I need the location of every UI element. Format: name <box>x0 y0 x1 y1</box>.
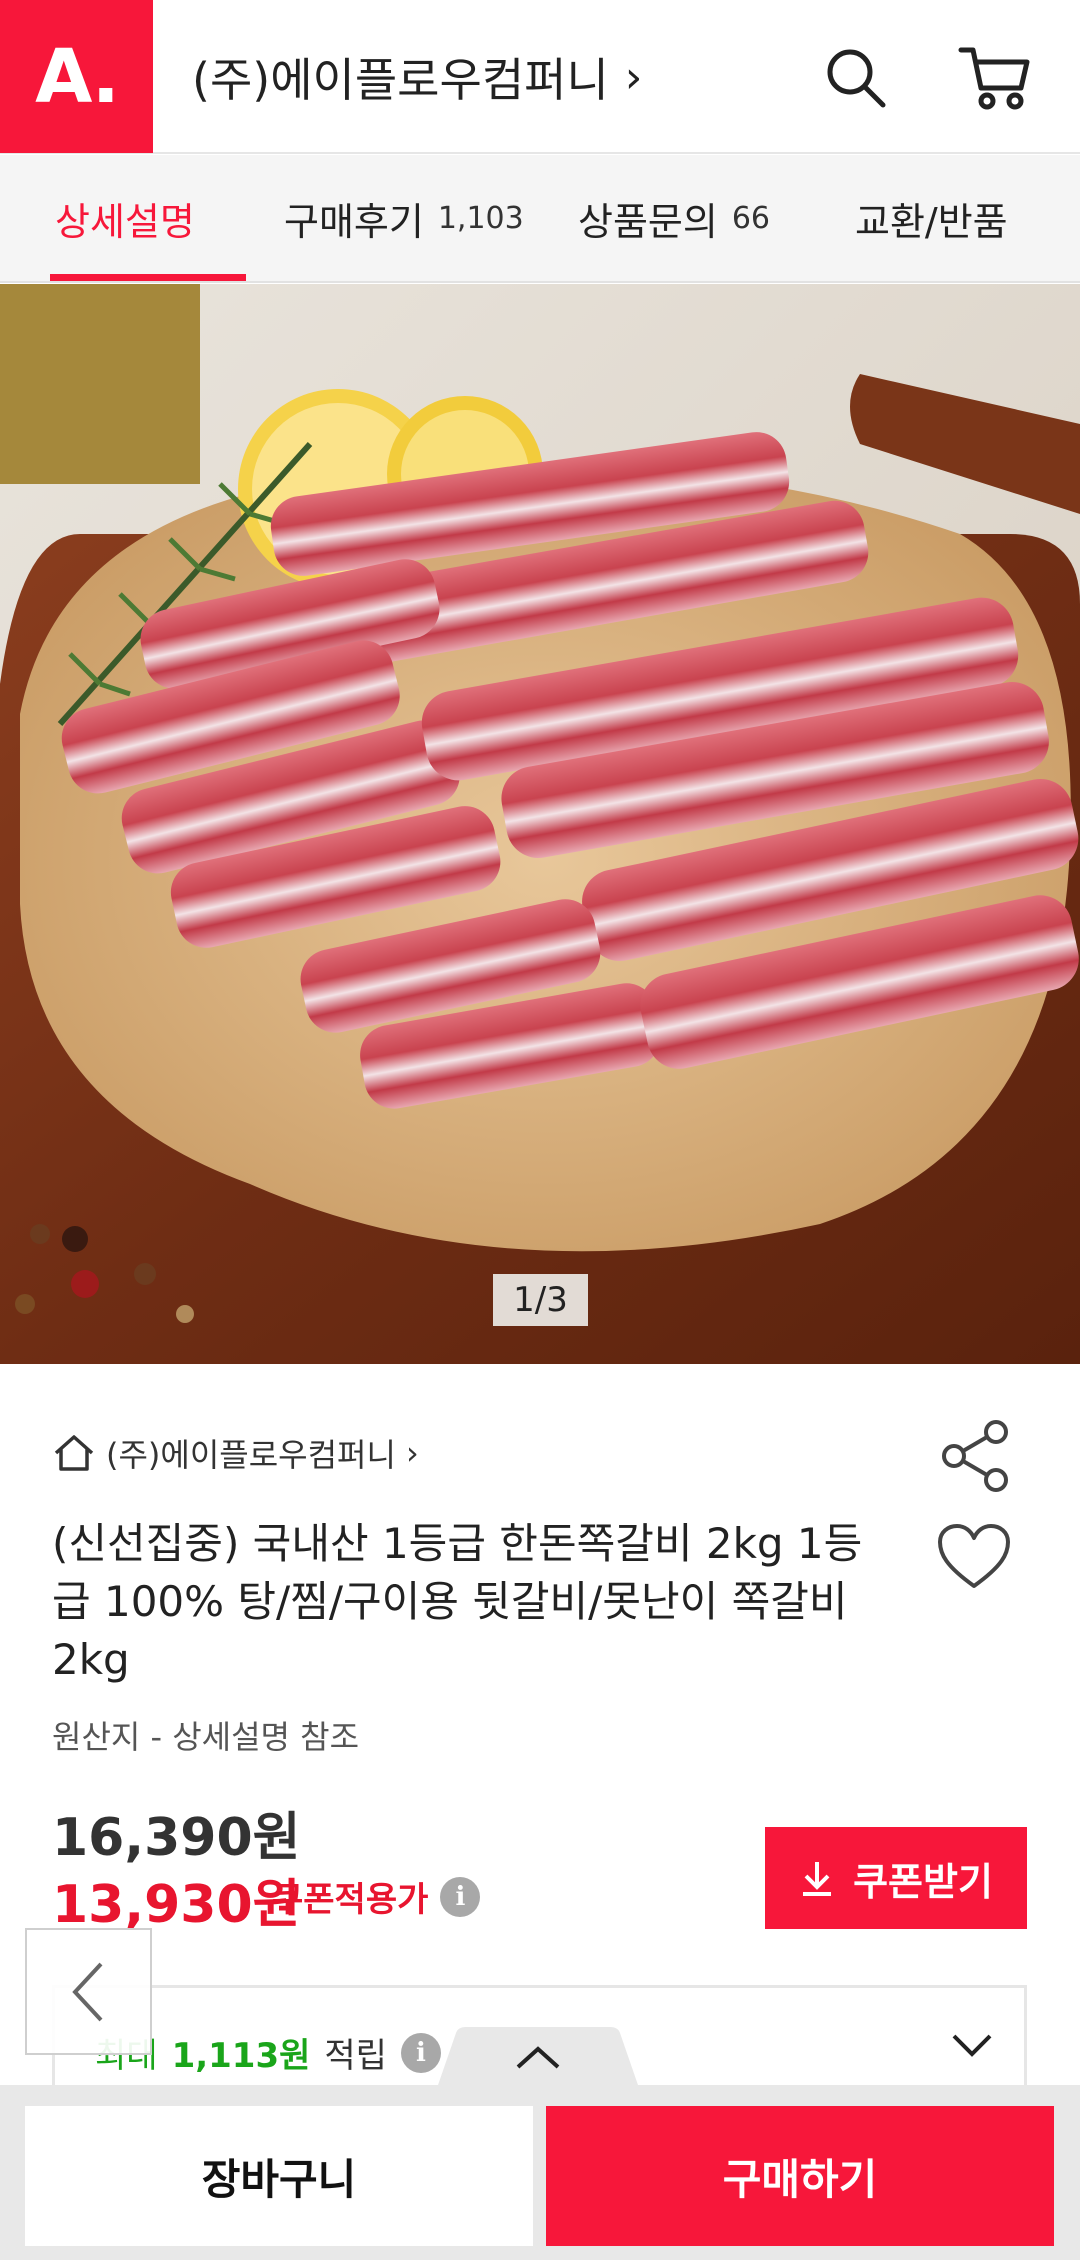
original-price: 16,390원 <box>52 1808 301 1868</box>
search-button[interactable] <box>816 38 896 118</box>
bottom-action-bar: 장바구니 구매하기 <box>0 2085 1080 2260</box>
coupon-price-label: 쿠폰적용가 i <box>272 1872 481 1921</box>
app-logo[interactable]: A. <box>0 0 153 153</box>
heart-icon <box>938 1524 1010 1588</box>
sale-price: 13,930원 <box>52 1875 301 1935</box>
chevron-down-icon[interactable] <box>950 2032 994 2060</box>
buy-now-button[interactable]: 구매하기 <box>546 2106 1054 2246</box>
add-to-cart-button[interactable]: 장바구니 <box>25 2106 533 2246</box>
cart-button[interactable] <box>955 38 1035 118</box>
tab-reviews[interactable]: 구매후기 1,103 <box>284 155 524 281</box>
store-title-link[interactable]: (주)에이플로우컴퍼니 › <box>192 44 642 110</box>
search-icon <box>827 49 886 108</box>
product-tabs: 상세설명 구매후기 1,103 상품문의 66 교환/반품 <box>0 155 1080 283</box>
tab-label: 교환/반품 <box>855 199 1008 244</box>
tab-label: 구매후기 <box>284 199 424 244</box>
active-tab-indicator <box>50 274 246 281</box>
tab-label: 상세설명 <box>55 199 195 244</box>
tab-count: 66 <box>731 200 771 236</box>
chevron-left-icon <box>71 1962 102 2021</box>
tab-exchange-return[interactable]: 교환/반품 <box>855 155 1008 281</box>
tab-label: 상품문의 <box>578 199 718 244</box>
info-icon[interactable]: i <box>400 2032 441 2073</box>
coupon-download-button[interactable]: 쿠폰받기 <box>765 1827 1027 1929</box>
image-counter: 1/3 <box>493 1274 588 1326</box>
back-button[interactable] <box>25 1928 152 2055</box>
product-image-carousel[interactable]: 1/3 <box>0 284 1080 1364</box>
tab-inquiries[interactable]: 상품문의 66 <box>578 155 770 281</box>
wishlist-button[interactable] <box>936 1522 1016 1596</box>
product-origin: 원산지 - 상세설명 참조 <box>52 1718 360 1756</box>
download-icon <box>803 1862 832 1896</box>
collapse-panel-tab[interactable] <box>438 2025 638 2085</box>
share-icon <box>942 1420 1008 1492</box>
tab-details[interactable]: 상세설명 <box>55 155 195 281</box>
logo-text: A. <box>35 33 120 120</box>
cart-icon <box>958 47 1030 110</box>
store-name: (주)에이플로우컴퍼니 <box>192 53 609 107</box>
coupon-button-label: 쿠폰받기 <box>853 1859 993 1904</box>
chevron-right-icon: › <box>405 1434 419 1472</box>
points-amount: 1,113원 <box>171 2036 311 2076</box>
product-title: (신선집중) 국내산 1등급 한돈쪽갈비 2kg 1등급 100% 탕/찜/구이… <box>52 1519 863 1684</box>
info-icon[interactable]: i <box>440 1876 481 1917</box>
home-icon <box>54 1435 94 1471</box>
product-photo <box>0 284 1080 1364</box>
shop-home-link[interactable]: (주)에이플로우컴퍼니 › <box>52 1430 419 1476</box>
tab-count: 1,103 <box>437 200 524 236</box>
share-button[interactable] <box>936 1416 1016 1496</box>
points-suffix: 적립 <box>324 2036 387 2076</box>
chevron-right-icon: › <box>624 51 643 103</box>
top-header: A. (주)에이플로우컴퍼니 › <box>0 0 1080 154</box>
chevron-up-icon <box>438 2027 638 2085</box>
shop-link-label: (주)에이플로우컴퍼니 <box>106 1436 396 1474</box>
coupon-price-text: 쿠폰적용가 <box>272 1880 429 1920</box>
